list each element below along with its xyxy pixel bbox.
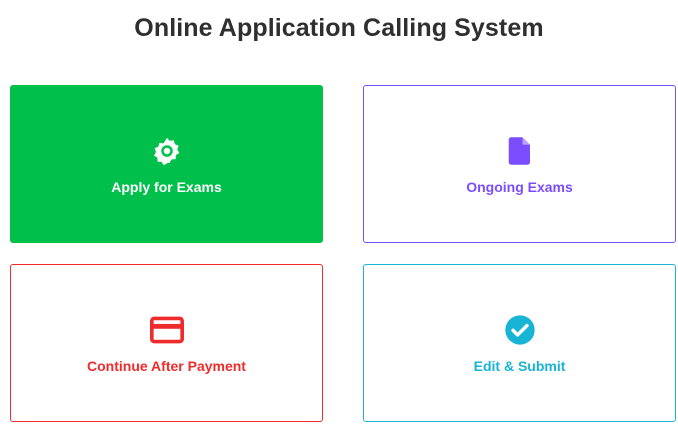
ongoing-exams-label: Ongoing Exams — [466, 179, 573, 195]
continue-after-payment-card[interactable]: Continue After Payment — [10, 264, 323, 422]
page: Online Application Calling System Apply … — [0, 0, 678, 424]
continue-after-payment-label: Continue After Payment — [87, 358, 246, 374]
credit-card-icon — [149, 312, 185, 348]
gear-icon — [149, 133, 185, 169]
apply-for-exams-card[interactable]: Apply for Exams — [10, 85, 323, 243]
check-circle-icon — [502, 312, 538, 348]
page-title: Online Application Calling System — [134, 14, 544, 42]
document-icon — [502, 133, 538, 169]
edit-and-submit-card[interactable]: Edit & Submit — [363, 264, 676, 422]
ongoing-exams-card[interactable]: Ongoing Exams — [363, 85, 676, 243]
edit-and-submit-label: Edit & Submit — [473, 358, 566, 374]
apply-for-exams-label: Apply for Exams — [111, 179, 222, 195]
